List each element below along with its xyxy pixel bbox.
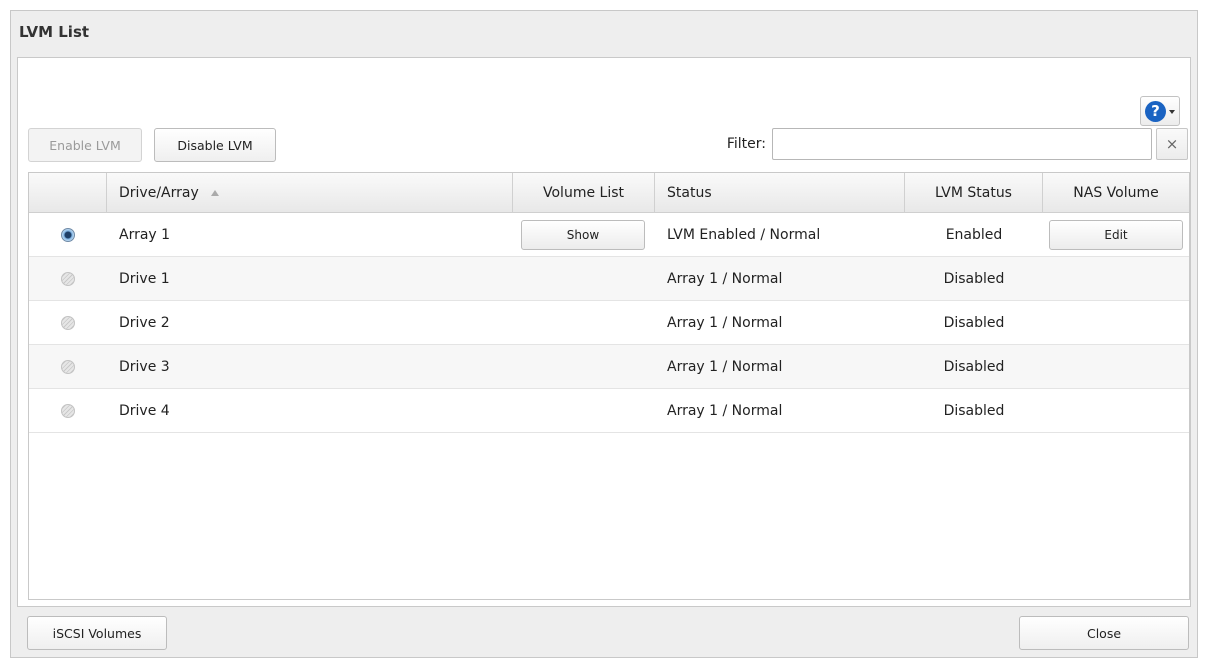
row-status: Array 1 / Normal: [667, 403, 783, 419]
column-header-drive-array[interactable]: Drive/Array: [107, 173, 513, 213]
row-radio-selected[interactable]: [61, 228, 75, 242]
row-lvm-status: Disabled: [943, 315, 1005, 331]
row-status: Array 1 / Normal: [667, 271, 783, 287]
column-header-status[interactable]: Status: [655, 173, 905, 213]
edit-nas-volume-button[interactable]: Edit: [1049, 220, 1183, 250]
table-row[interactable]: Drive 4 Array 1 / Normal Disabled: [29, 389, 1189, 433]
column-header-volume-list[interactable]: Volume List: [513, 173, 655, 213]
table-header: Drive/Array Volume List Status LVM Statu…: [29, 173, 1189, 213]
row-status: Array 1 / Normal: [667, 315, 783, 331]
question-circle-icon: ?: [1145, 100, 1166, 122]
table-row[interactable]: Drive 1 Array 1 / Normal Disabled: [29, 257, 1189, 301]
lvm-table: Drive/Array Volume List Status LVM Statu…: [28, 172, 1190, 600]
help-menu-button[interactable]: ?: [1140, 96, 1180, 126]
close-icon: ×: [1165, 135, 1179, 153]
enable-lvm-button[interactable]: Enable LVM: [28, 128, 142, 162]
column-header-select: [29, 173, 107, 213]
row-radio-disabled: [61, 272, 75, 286]
close-button[interactable]: Close: [1019, 616, 1189, 650]
iscsi-volumes-button[interactable]: iSCSI Volumes: [27, 616, 167, 650]
drive-array-name: Drive 2: [119, 315, 170, 331]
row-status: Array 1 / Normal: [667, 359, 783, 375]
sort-ascending-icon: [210, 190, 219, 196]
clear-filter-button[interactable]: ×: [1156, 128, 1188, 160]
show-volume-list-button[interactable]: Show: [521, 220, 645, 250]
drive-array-name: Drive 1: [119, 271, 170, 287]
row-radio-disabled: [61, 404, 75, 418]
dialog-title: LVM List: [19, 23, 90, 41]
row-radio-disabled: [61, 316, 75, 330]
drive-array-name: Drive 3: [119, 359, 170, 375]
disable-lvm-button[interactable]: Disable LVM: [154, 128, 276, 162]
table-row[interactable]: Array 1 Show LVM Enabled / Normal Enable…: [29, 213, 1189, 257]
filter-label: Filter:: [726, 136, 766, 152]
row-lvm-status: Disabled: [943, 359, 1005, 375]
chevron-down-icon: [1169, 110, 1175, 114]
row-lvm-status: Disabled: [943, 403, 1005, 419]
column-header-lvm-status[interactable]: LVM Status: [905, 173, 1043, 213]
row-radio-disabled: [61, 360, 75, 374]
column-header-nas-volume[interactable]: NAS Volume: [1043, 173, 1189, 213]
table-row[interactable]: Drive 3 Array 1 / Normal Disabled: [29, 345, 1189, 389]
row-lvm-status: Disabled: [943, 271, 1005, 287]
row-status: LVM Enabled / Normal: [667, 227, 821, 243]
drive-array-name: Drive 4: [119, 403, 170, 419]
table-row[interactable]: Drive 2 Array 1 / Normal Disabled: [29, 301, 1189, 345]
lvm-panel: ? Enable LVM Disable LVM Filter: × Drive…: [17, 57, 1191, 607]
filter-input[interactable]: [772, 128, 1152, 160]
lvm-list-dialog: LVM List ? Enable LVM Disable LVM Filter…: [10, 10, 1198, 658]
drive-array-name: Array 1: [119, 227, 171, 243]
row-lvm-status: Enabled: [945, 227, 1003, 243]
